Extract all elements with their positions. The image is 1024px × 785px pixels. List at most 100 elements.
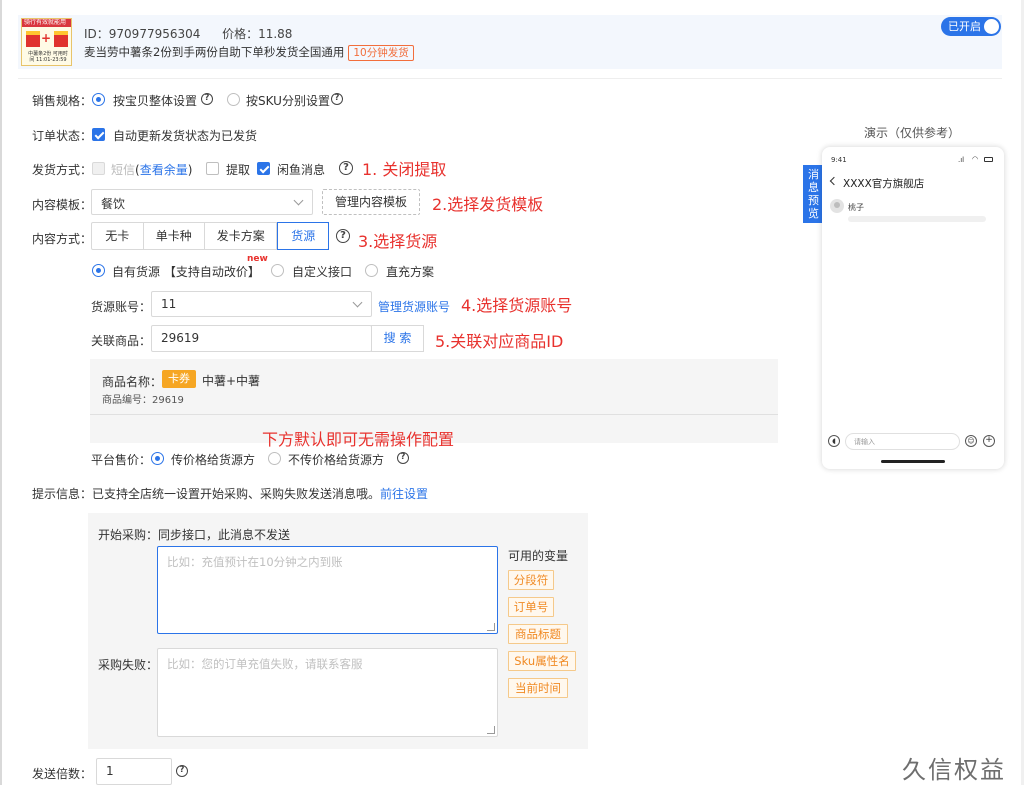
left-border xyxy=(0,0,2,785)
fail-purchase-label: 采购失败： xyxy=(98,658,159,672)
balance-link-wrap[interactable]: (查看余量) xyxy=(135,161,192,178)
tab-no-card[interactable]: 无卡 xyxy=(92,223,144,249)
help-icon[interactable]: ? xyxy=(331,93,343,105)
chat-input: 请输入 xyxy=(845,433,960,450)
help-icon[interactable]: ? xyxy=(201,93,213,105)
vars-title: 可用的变量 xyxy=(508,549,569,563)
tab-source[interactable]: 货源 xyxy=(277,222,330,250)
help-icon[interactable]: ? xyxy=(176,765,188,777)
content-template-select[interactable]: 餐饮 xyxy=(91,189,313,215)
sales-spec-radio-whole[interactable] xyxy=(92,93,105,106)
home-indicator xyxy=(881,460,945,463)
search-button[interactable]: 搜 索 xyxy=(371,325,424,352)
goto-settings-link[interactable]: 前往设置 xyxy=(380,487,428,501)
fail-purchase-textarea[interactable]: 比如：您的订单充值失败，请联系客服 xyxy=(157,648,498,737)
tip-info-body: 已支持全店统一设置开始采购、采购失败发送消息哦。 xyxy=(92,487,381,501)
linked-product-input[interactable]: 29619 xyxy=(151,325,372,352)
help-icon[interactable]: ? xyxy=(397,452,409,464)
price-pass-radio[interactable] xyxy=(151,452,164,465)
annotation-2: 2.选择发货模板 xyxy=(432,195,544,214)
source-account-value: 11 xyxy=(161,297,177,311)
send-multiple-input[interactable]: 1 xyxy=(96,758,172,785)
price-nopass-label[interactable]: 不传价格给货源方 xyxy=(288,451,384,468)
wifi-icon: ◠ xyxy=(972,155,979,163)
fail-purchase-placeholder: 比如：您的订单充值失败，请联系客服 xyxy=(167,657,363,671)
chevron-down-icon xyxy=(352,297,363,308)
var-tag-sku-name[interactable]: Sku属性名 xyxy=(508,651,576,671)
tab-single-card[interactable]: 单卡种 xyxy=(144,223,206,249)
sms-checkbox[interactable] xyxy=(92,162,105,175)
send-multiple-label: 发送倍数： xyxy=(32,767,93,781)
sales-spec-option-sku[interactable]: 按SKU分别设置 xyxy=(246,92,330,109)
pickup-label[interactable]: 提取 xyxy=(226,161,250,178)
plus-icon: + xyxy=(41,31,52,45)
sms-label: 短信 xyxy=(111,163,136,177)
tab-card-plan[interactable]: 发卡方案 xyxy=(205,223,278,249)
side-tab-label: 消息预览 xyxy=(808,168,819,220)
source-direct-label[interactable]: 直充方案 xyxy=(386,263,434,280)
sales-spec-label: 销售规格： xyxy=(32,94,93,108)
price-pass-label[interactable]: 传价格给货源方 xyxy=(171,451,255,468)
add-icon: + xyxy=(983,435,995,447)
annotation-3: 3.选择货源 xyxy=(358,232,438,251)
product-thumbnail: 骑行有效就能用 + 中薯条2份 可用时间 11:01-23:59 xyxy=(21,18,72,66)
enable-toggle[interactable]: 已开启 xyxy=(941,17,1001,36)
platform-price-label: 平台售价： xyxy=(91,453,152,467)
sales-spec-option-whole[interactable]: 按宝贝整体设置 xyxy=(113,92,197,109)
source-own-text: 自有货源 xyxy=(112,265,161,279)
sales-spec-radio-sku[interactable] xyxy=(227,93,240,106)
var-tag-product-title[interactable]: 商品标题 xyxy=(508,624,568,644)
new-badge: new xyxy=(247,254,268,264)
content-method-label: 内容方式： xyxy=(32,232,93,246)
back-icon xyxy=(829,176,839,186)
source-custom-radio[interactable] xyxy=(271,264,284,277)
product-name-label: 商品名称： xyxy=(102,375,163,389)
message-preview-tab[interactable]: 消息预览 xyxy=(803,165,824,223)
source-custom-label[interactable]: 自定义接口 xyxy=(292,263,352,280)
annotation-1: 1. 关闭提取 xyxy=(362,160,447,179)
resize-handle[interactable] xyxy=(487,726,495,734)
source-own-label[interactable]: 自有货源 【支持自动改价】 xyxy=(112,263,260,280)
divider xyxy=(90,414,778,415)
avatar-head xyxy=(834,202,840,208)
var-tag-separator[interactable]: 分段符 xyxy=(508,570,554,590)
linked-product-value: 29619 xyxy=(161,331,200,345)
product-title-row: 麦当劳中薯条2份到手两份自助下单秒发货全国通用 10分钟发货 xyxy=(84,44,414,61)
resize-handle[interactable] xyxy=(487,623,495,631)
product-price-value: 11.88 xyxy=(258,27,293,41)
toggle-knob xyxy=(984,19,999,34)
signal-icon: .ıl xyxy=(958,156,965,164)
view-balance-link[interactable]: 查看余量 xyxy=(140,163,188,177)
product-name-value: 中薯+中薯 xyxy=(202,374,261,388)
shop-name: XXXX官方旗舰店 xyxy=(843,178,925,190)
start-purchase-row: 开始采购：同步接口，此消息不发送 xyxy=(98,526,290,543)
start-purchase-textarea[interactable]: 比如：充值预计在10分钟之内到账 xyxy=(157,546,498,634)
send-multiple-value: 1 xyxy=(106,764,114,778)
product-id-label: ID： xyxy=(84,27,109,41)
product-code-label: 商品编号： xyxy=(102,395,152,406)
var-tag-order-no[interactable]: 订单号 xyxy=(508,597,554,617)
auto-update-label[interactable]: 自动更新发货状态为已发货 xyxy=(113,127,257,144)
manage-source-link[interactable]: 管理货源账号 xyxy=(378,298,450,315)
source-account-label: 货源账号： xyxy=(91,300,152,314)
source-account-select[interactable]: 11 xyxy=(151,291,372,317)
source-direct-radio[interactable] xyxy=(365,264,378,277)
thumbnail-banner-text: 骑行有效就能用 xyxy=(24,19,67,26)
help-icon[interactable]: ? xyxy=(339,161,353,175)
auto-update-checkbox[interactable] xyxy=(92,128,105,141)
fries-icon xyxy=(26,31,40,47)
content-template-value: 餐饮 xyxy=(101,197,126,211)
pickup-checkbox[interactable] xyxy=(206,162,219,175)
fries-icon xyxy=(54,31,68,47)
watermark: 久信权益 xyxy=(902,756,1006,784)
tip-info-text: 已支持全店统一设置开始采购、采购失败发送消息哦。前往设置 xyxy=(92,485,428,502)
price-nopass-radio[interactable] xyxy=(268,452,281,465)
xianyu-checkbox[interactable] xyxy=(257,162,270,175)
var-tag-current-time[interactable]: 当前时间 xyxy=(508,678,568,698)
xianyu-label[interactable]: 闲鱼消息 xyxy=(277,161,325,178)
source-own-radio[interactable] xyxy=(92,264,105,277)
help-icon[interactable]: ? xyxy=(336,229,350,243)
product-title: 麦当劳中薯条2份到手两份自助下单秒发货全国通用 xyxy=(84,45,345,59)
manage-template-button[interactable]: 管理内容模板 xyxy=(322,189,420,215)
default-note: 下方默认即可无需操作配置 xyxy=(262,430,455,449)
